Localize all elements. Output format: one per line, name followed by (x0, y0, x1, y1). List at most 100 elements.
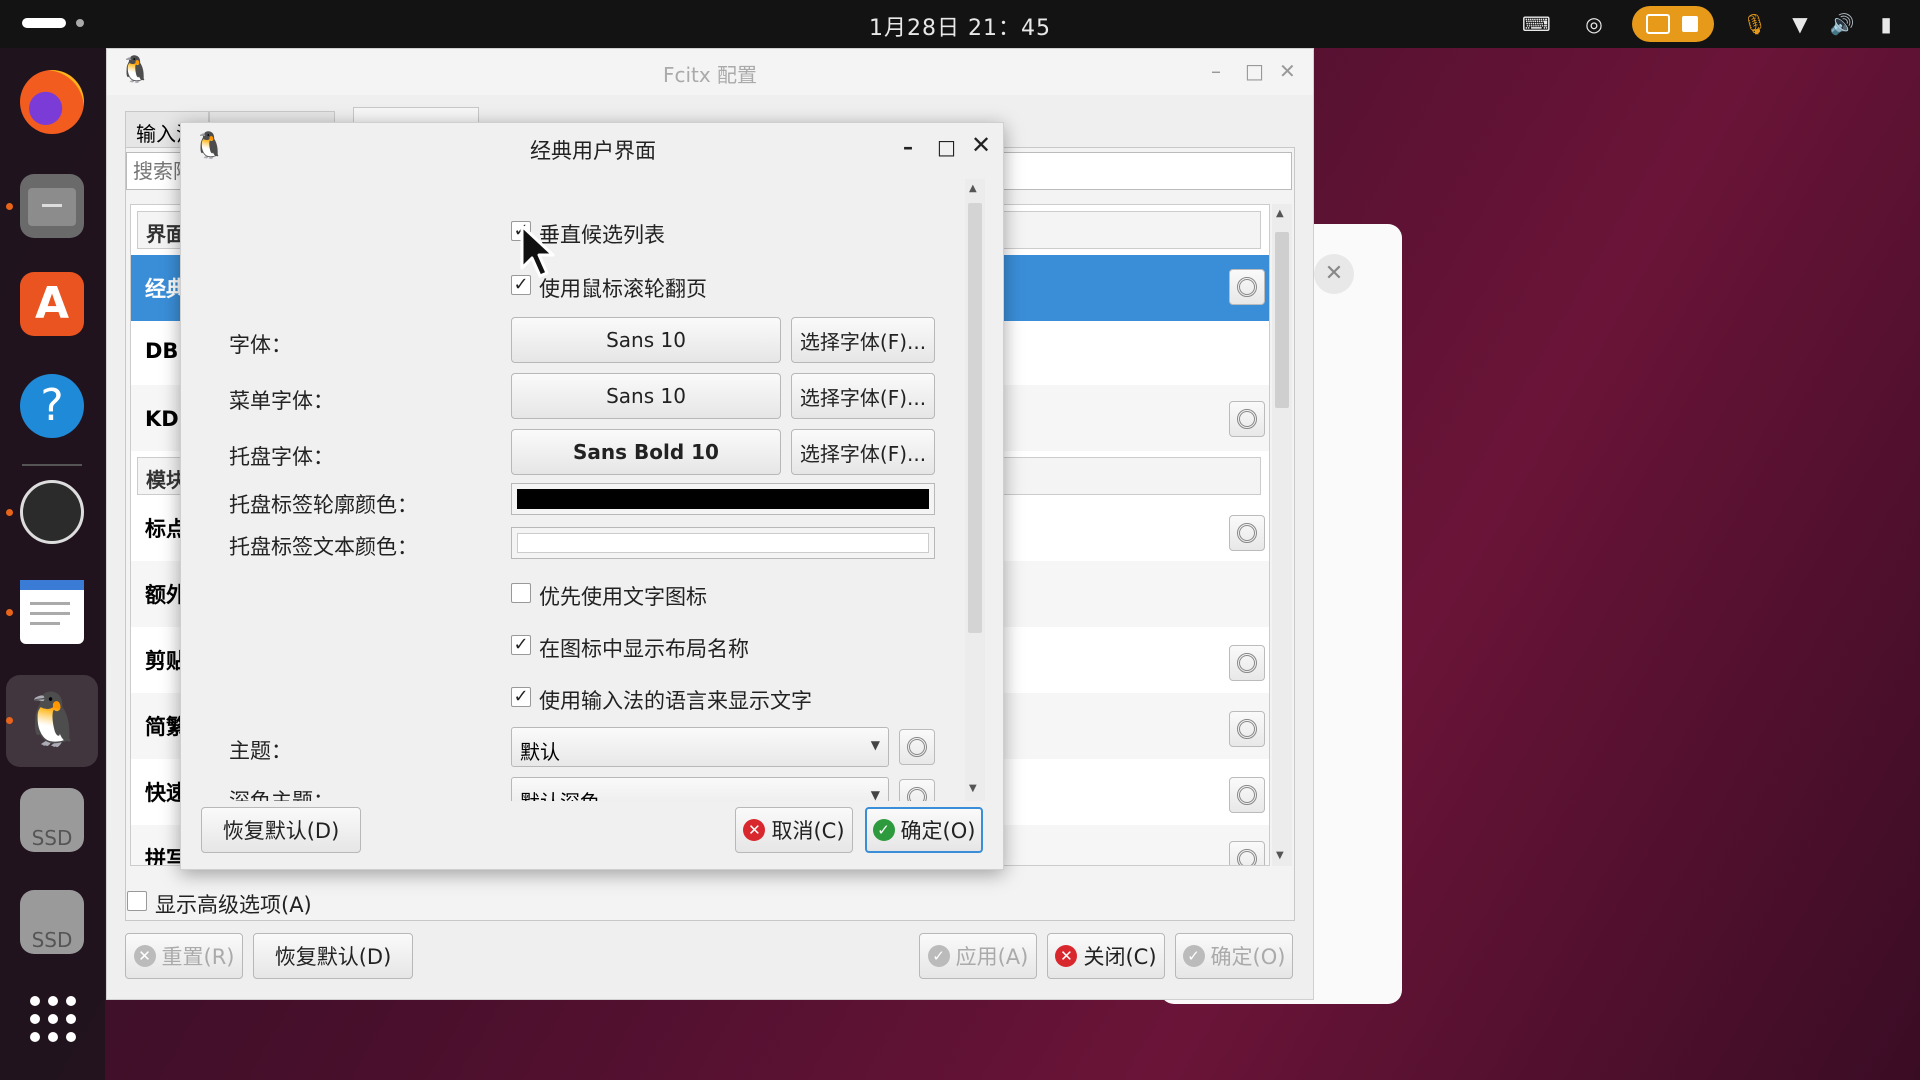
classic-ui-dialog: 🐧 经典用户界面 – □ ✕ ✓ 垂直候选列表 ✓ 使用鼠标滚轮翻页 字体： S… (180, 122, 1004, 870)
dock: A ? 🐧 SSD SSD (0, 48, 105, 1080)
tray-font-label: 托盘字体： (229, 445, 334, 469)
close-icon[interactable]: ✕ (971, 133, 991, 157)
theme-label: 主题： (229, 739, 292, 763)
close-icon[interactable]: ✕ (1279, 59, 1296, 83)
screencast-indicator[interactable] (1632, 6, 1714, 42)
scroll-up-icon[interactable]: ▲ (969, 183, 977, 194)
text-color-swatch (517, 533, 929, 553)
configure-button[interactable] (1229, 401, 1265, 437)
theme-select[interactable]: 默认 ▼ (511, 727, 889, 767)
close-icon: ✕ (1055, 945, 1078, 967)
configure-button[interactable] (1229, 269, 1265, 305)
scrollbar[interactable]: ▲ ▼ (1272, 204, 1292, 866)
close-icon[interactable]: ✕ (1314, 254, 1354, 294)
tray-outline-color-label: 托盘标签轮廓颜色： (229, 493, 418, 517)
tray-text-color-button[interactable] (511, 527, 935, 559)
chevron-down-icon: ▼ (870, 788, 880, 801)
title-bar: 🐧 Fcitx 配置 – □ ✕ (107, 49, 1313, 95)
outline-color-swatch (517, 489, 929, 509)
scrollbar-thumb[interactable] (1275, 232, 1289, 408)
files-icon[interactable] (20, 174, 84, 238)
prefer-text-icon-checkbox[interactable] (511, 583, 531, 603)
obs-studio-icon[interactable] (20, 480, 84, 544)
keyboard-icon[interactable]: ⌨ (1522, 10, 1551, 38)
scroll-down-icon[interactable]: ▼ (969, 783, 977, 794)
settings-area: ✓ 垂直候选列表 ✓ 使用鼠标滚轮翻页 字体： Sans 10 选择字体(F).… (181, 179, 961, 801)
prefer-text-icon-label: 优先使用文字图标 (539, 585, 707, 609)
theme-configure-button[interactable] (899, 729, 935, 765)
reset-button[interactable]: ✕ 重置(R) (125, 933, 243, 979)
mouse-cursor-icon (520, 224, 555, 278)
configure-button[interactable] (1229, 777, 1265, 813)
ssd-drive-icon[interactable]: SSD (20, 788, 84, 852)
cancel-button[interactable]: ✕ 取消(C) (735, 807, 853, 853)
apply-button[interactable]: ✓ 应用(A) (919, 933, 1037, 979)
dark-theme-select[interactable]: 默认深色 ▼ (511, 777, 889, 801)
dark-theme-value: 默认深色 (520, 786, 600, 801)
wifi-icon[interactable]: ▼ (1786, 10, 1814, 38)
show-apps-icon[interactable] (30, 996, 76, 1042)
maximize-icon[interactable]: □ (937, 135, 956, 159)
screen-share-icon (1646, 14, 1670, 34)
volume-icon[interactable]: 🔊 (1828, 10, 1856, 38)
choose-font-button[interactable]: 选择字体(F)... (791, 317, 935, 363)
running-indicator (6, 203, 13, 210)
chevron-down-icon: ▼ (870, 738, 880, 752)
checkmark-icon: ✓ (1182, 945, 1205, 967)
minimize-icon[interactable]: – (903, 135, 913, 159)
obs-tray-icon[interactable]: ◎ (1580, 10, 1608, 38)
dialog-scrollbar[interactable]: ▲ ▼ (965, 179, 985, 801)
configure-button[interactable] (1229, 711, 1265, 747)
ok-button[interactable]: ✓ 确定(O) (1175, 933, 1293, 979)
text-editor-icon[interactable] (20, 580, 84, 644)
show-layout-checkbox[interactable]: ✓ (511, 635, 531, 655)
firefox-icon[interactable] (20, 70, 84, 134)
menu-font-value-button[interactable]: Sans 10 (511, 373, 781, 419)
fcitx-penguin-icon[interactable]: 🐧 (20, 688, 85, 752)
restore-default-button[interactable]: 恢复默认(D) (253, 933, 413, 979)
dock-separator (22, 464, 82, 466)
choose-tray-font-button[interactable]: 选择字体(F)... (791, 429, 935, 475)
restore-default-button[interactable]: 恢复默认(D) (201, 807, 361, 853)
running-indicator (6, 609, 13, 616)
checkmark-icon: ✓ (927, 945, 950, 967)
top-bar: 1月28日 21：45 ⌨ ◎ 🎙 ▼ 🔊 ▮ (0, 0, 1920, 48)
ok-button[interactable]: ✓ 确定(O) (865, 807, 983, 853)
maximize-icon[interactable]: □ (1245, 59, 1264, 83)
tray-font-value-button[interactable]: Sans Bold 10 (511, 429, 781, 475)
advanced-options-checkbox[interactable] (127, 891, 147, 911)
battery-icon[interactable]: ▮ (1872, 10, 1900, 38)
dark-theme-label: 深色主题： (229, 789, 334, 801)
app-center-icon[interactable]: A (20, 272, 84, 336)
scrollbar-thumb[interactable] (968, 203, 982, 633)
configure-button[interactable] (1229, 515, 1265, 551)
cancel-icon: ✕ (743, 819, 766, 841)
font-label: 字体： (229, 333, 292, 357)
scroll-up-icon[interactable]: ▲ (1276, 208, 1284, 219)
configure-button[interactable] (1229, 645, 1265, 681)
help-icon[interactable]: ? (20, 374, 84, 438)
running-indicator (6, 509, 13, 516)
menu-font-label: 菜单字体： (229, 389, 334, 413)
stop-icon (1682, 16, 1698, 32)
use-lang-text-checkbox[interactable]: ✓ (511, 687, 531, 707)
close-button[interactable]: ✕ 关闭(C) (1047, 933, 1165, 979)
wheel-page-label: 使用鼠标滚轮翻页 (539, 277, 707, 301)
theme-value: 默认 (520, 740, 560, 764)
ssd-drive-icon-2[interactable]: SSD (20, 890, 84, 954)
running-indicator (6, 717, 13, 724)
use-lang-text-label: 使用输入法的语言来显示文字 (539, 689, 812, 713)
minimize-icon[interactable]: – (1211, 59, 1221, 83)
advanced-options-label: 显示高级选项(A) (155, 893, 312, 917)
microphone-icon[interactable]: 🎙 (1742, 10, 1767, 38)
font-value-button[interactable]: Sans 10 (511, 317, 781, 363)
window-title: Fcitx 配置 (662, 63, 758, 87)
dark-theme-configure-button[interactable] (899, 779, 935, 801)
tray-text-color-label: 托盘标签文本颜色： (229, 535, 418, 559)
configure-button[interactable] (1229, 841, 1265, 865)
choose-menu-font-button[interactable]: 选择字体(F)... (791, 373, 935, 419)
tray-outline-color-button[interactable] (511, 483, 935, 515)
dialog-title: 经典用户界面 (530, 139, 656, 163)
checkmark-icon: ✓ (872, 819, 895, 841)
scroll-down-icon[interactable]: ▼ (1276, 850, 1284, 861)
